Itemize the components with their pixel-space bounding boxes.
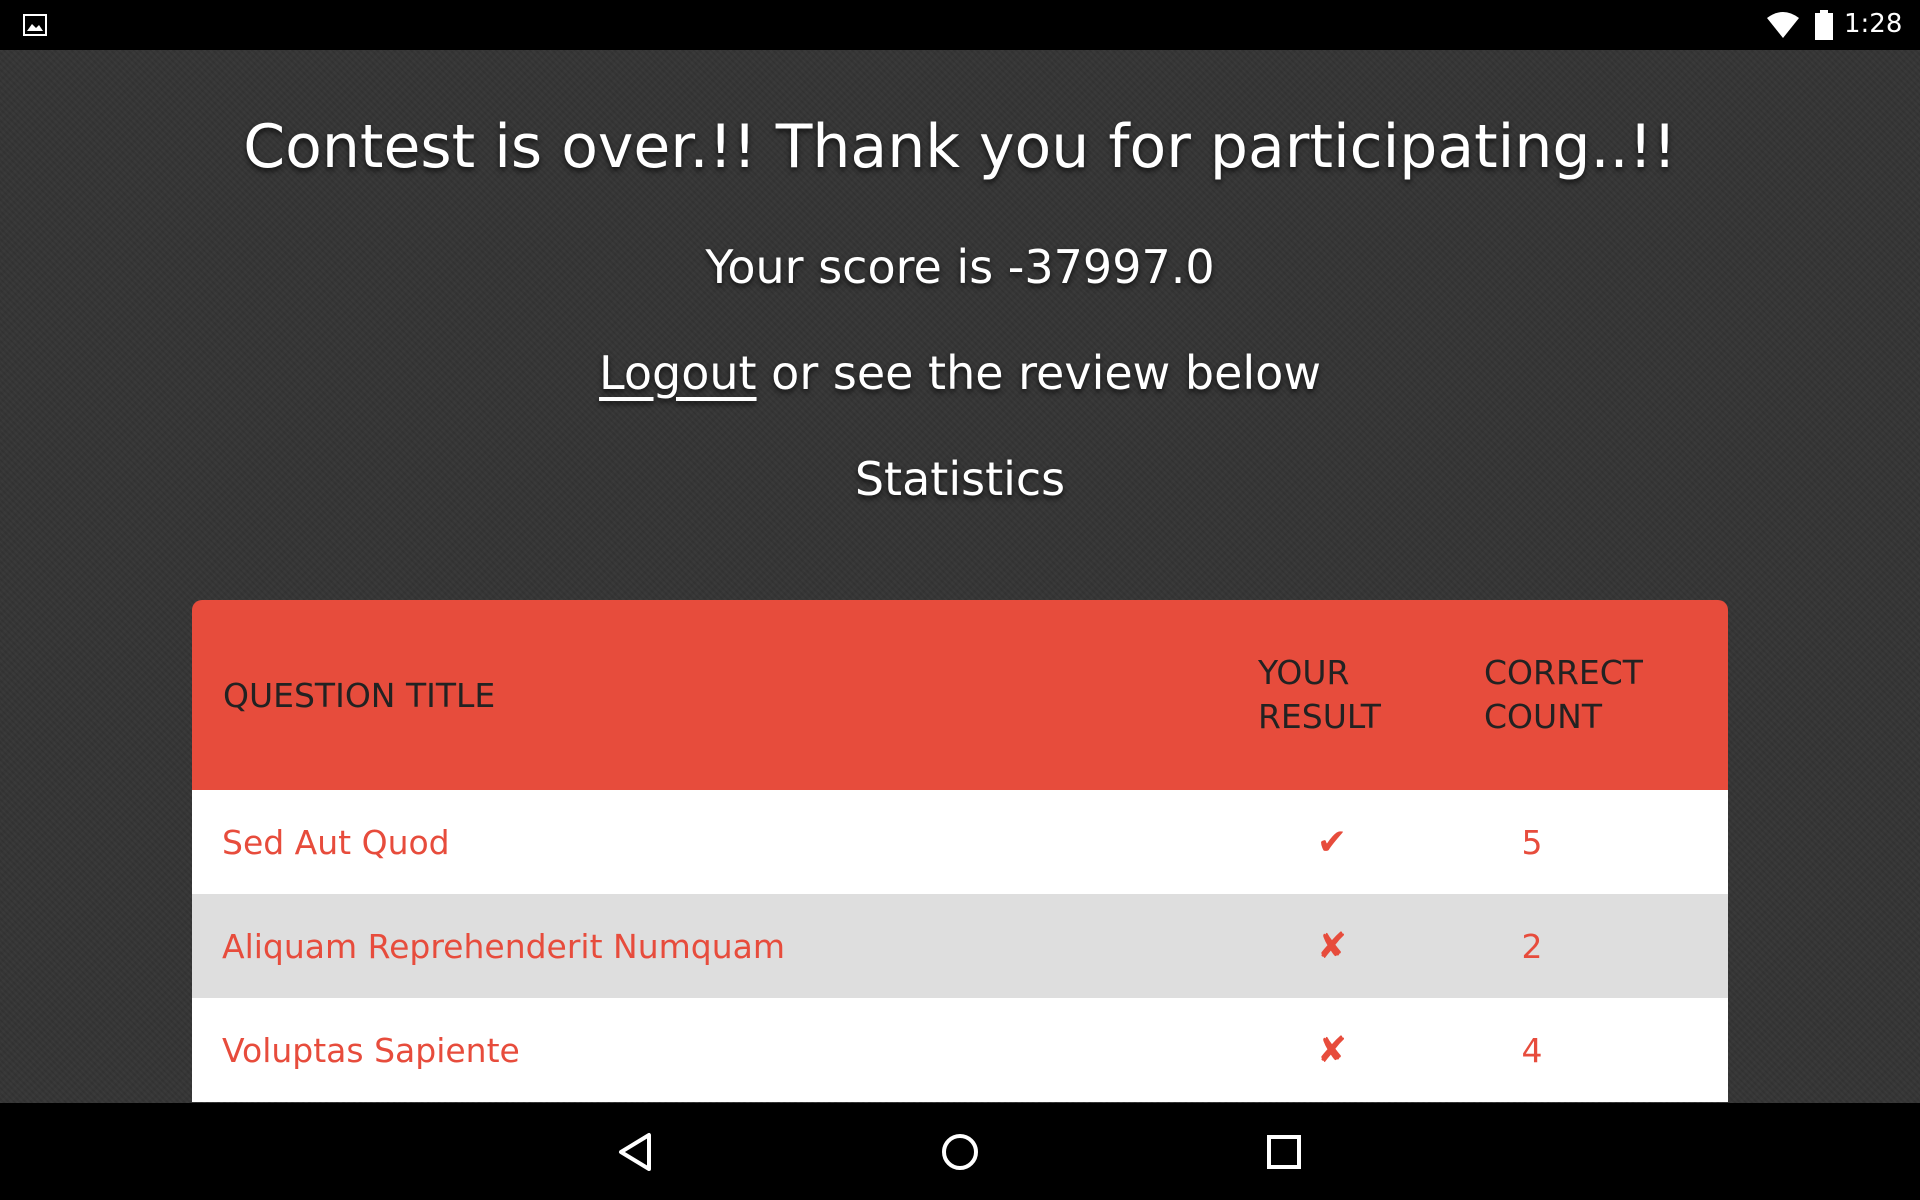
result-wrong-icon: ✘ xyxy=(1316,1029,1348,1071)
table-body: Sed Aut Quod ✔ 5 Aliquam Reprehenderit N… xyxy=(192,790,1728,1102)
page-headline: Contest is over.!! Thank you for partici… xyxy=(243,112,1677,182)
question-title-cell[interactable]: Aliquam Reprehenderit Numquam xyxy=(222,894,785,998)
navigation-bar xyxy=(0,1103,1920,1200)
score-text: Your score is -37997.0 xyxy=(705,240,1215,294)
table-header: QUESTION TITLE YOUR RESULT CORRECT COUNT xyxy=(192,600,1728,790)
header-question-title: QUESTION TITLE xyxy=(223,675,496,715)
recents-icon[interactable] xyxy=(1261,1129,1307,1175)
question-title-cell[interactable]: Sed Aut Quod xyxy=(222,790,450,894)
header-your-result: YOUR RESULT xyxy=(1258,600,1458,790)
table-row[interactable]: Sed Aut Quod ✔ 5 xyxy=(192,790,1728,894)
correct-count-cell: 5 xyxy=(1521,822,1543,862)
status-bar: 1:28 xyxy=(0,0,1920,50)
battery-icon xyxy=(1815,10,1833,40)
status-clock: 1:28 xyxy=(1844,9,1903,39)
logout-suffix-text: or see the review below xyxy=(756,346,1321,400)
table-row[interactable]: Voluptas Sapiente ✘ 4 xyxy=(192,998,1728,1102)
header-correct-count: CORRECT COUNT xyxy=(1484,600,1704,790)
header-correct-count-line2: COUNT xyxy=(1484,697,1603,736)
home-icon[interactable] xyxy=(937,1129,983,1175)
statistics-title: Statistics xyxy=(854,452,1066,506)
question-title-cell[interactable]: Voluptas Sapiente xyxy=(222,998,520,1102)
correct-count-cell: 4 xyxy=(1521,1030,1543,1070)
statistics-table: QUESTION TITLE YOUR RESULT CORRECT COUNT S… xyxy=(192,600,1728,1102)
header-your-result-line1: YOUR xyxy=(1258,653,1350,692)
result-correct-icon: ✔ xyxy=(1316,821,1348,863)
header-correct-count-line1: CORRECT xyxy=(1484,653,1643,692)
logout-line: Logout or see the review below xyxy=(0,346,1920,400)
contest-result-page: Contest is over.!! Thank you for partici… xyxy=(0,50,1920,1103)
image-notification-icon xyxy=(23,14,47,36)
logout-link[interactable]: Logout xyxy=(599,346,757,400)
correct-count-cell: 2 xyxy=(1521,926,1543,966)
table-row[interactable]: Aliquam Reprehenderit Numquam ✘ 2 xyxy=(192,894,1728,998)
back-icon[interactable] xyxy=(613,1129,659,1175)
result-wrong-icon: ✘ xyxy=(1316,925,1348,967)
header-your-result-line2: RESULT xyxy=(1258,697,1381,736)
wifi-icon xyxy=(1767,12,1799,38)
